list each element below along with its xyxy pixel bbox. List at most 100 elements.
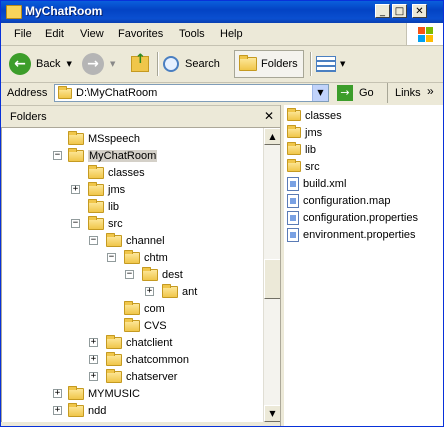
expand-icon[interactable]: +: [53, 406, 62, 415]
tree-item[interactable]: chatclient: [106, 334, 172, 351]
folder-icon: [68, 385, 84, 400]
folders-button[interactable]: Folders: [234, 50, 304, 78]
folders-label: Folders: [261, 58, 298, 70]
views-button[interactable]: ▼: [316, 50, 345, 78]
views-icon: [316, 56, 336, 72]
up-folder-button[interactable]: ↑: [131, 50, 149, 78]
chevron-down-icon: ▼: [110, 60, 116, 68]
collapse-icon[interactable]: −: [89, 236, 98, 245]
links-button[interactable]: Links: [395, 87, 421, 99]
menu-help[interactable]: Help: [220, 28, 243, 40]
tree-item[interactable]: src: [88, 215, 123, 232]
tree-item[interactable]: chtm: [124, 249, 168, 266]
back-button[interactable]: ← Back ▼: [9, 50, 72, 78]
folders-pane-header: Folders ✕: [1, 107, 280, 128]
menu-favorites[interactable]: Favorites: [118, 28, 163, 40]
folder-icon: [88, 181, 104, 196]
tree-item-label: chatserver: [126, 370, 178, 383]
tree-item[interactable]: dest: [142, 266, 183, 283]
collapse-icon[interactable]: −: [125, 270, 134, 279]
expand-icon[interactable]: +: [89, 338, 98, 347]
folder-icon: [287, 108, 301, 121]
file-list-item[interactable]: lib: [287, 141, 316, 158]
tree-item-label: channel: [126, 234, 165, 247]
tree-item-label: ndd: [88, 404, 107, 417]
collapse-icon[interactable]: −: [71, 219, 80, 228]
expand-icon[interactable]: +: [53, 389, 62, 398]
toolbar-separator: [310, 52, 312, 76]
scroll-down-icon[interactable]: ▼: [264, 405, 281, 422]
tree-item[interactable]: jms: [88, 181, 125, 198]
address-dropdown-icon[interactable]: ▼: [312, 85, 328, 101]
expand-icon[interactable]: +: [71, 185, 80, 194]
minimize-button[interactable]: _: [375, 4, 390, 18]
file-list-item[interactable]: environment.properties: [287, 226, 416, 243]
tree-item[interactable]: channel: [106, 232, 165, 249]
search-icon: [163, 56, 179, 72]
folder-icon: [162, 283, 178, 298]
windows-logo-icon: [406, 23, 443, 45]
menu-tools[interactable]: Tools: [179, 28, 205, 40]
tree-item[interactable]: CVS: [124, 317, 167, 334]
maximize-button[interactable]: □: [392, 4, 407, 18]
file-list-item[interactable]: classes: [287, 107, 342, 124]
close-icon[interactable]: ✕: [264, 109, 274, 123]
folder-icon: [106, 368, 122, 383]
chevron-down-icon: ▼: [66, 60, 72, 68]
tree-item[interactable]: MYMUSIC: [68, 385, 140, 402]
scroll-up-icon[interactable]: ▲: [264, 128, 281, 145]
tree-item[interactable]: chatcommon: [106, 351, 189, 368]
tree-scrollbar[interactable]: ▲ ▼: [263, 128, 281, 422]
file-list: classes jms lib src build.xml configuration.m…: [284, 105, 443, 426]
tree-item-label: MyChatRoom: [88, 149, 158, 162]
search-button[interactable]: Search: [163, 50, 220, 78]
file-icon: [287, 193, 299, 208]
address-bar: Address D:\MyChatRoom ▼ → Go Links »: [1, 83, 443, 106]
expand-icon[interactable]: +: [89, 355, 98, 364]
tree-item[interactable]: ant: [162, 283, 197, 300]
up-folder-icon: ↑: [131, 52, 149, 72]
links-chevron-icon[interactable]: »: [427, 84, 434, 98]
tree-item[interactable]: chatserver: [106, 368, 177, 385]
menu-edit[interactable]: Edit: [45, 28, 64, 40]
address-input[interactable]: D:\MyChatRoom ▼: [54, 84, 329, 102]
tree-item-label: com: [144, 302, 165, 315]
tree-item-label: chtm: [144, 251, 168, 264]
title-bar[interactable]: MyChatRoom _ □ ✕: [1, 1, 443, 23]
tree-item[interactable]: MSspeech: [68, 130, 140, 147]
tree-item[interactable]: MyChatRoom: [68, 147, 158, 164]
go-button[interactable]: → Go: [337, 85, 374, 101]
close-button[interactable]: ✕: [412, 4, 427, 18]
folder-icon: [88, 215, 104, 230]
file-list-item[interactable]: configuration.map: [287, 192, 390, 209]
forward-button[interactable]: → ▼: [82, 50, 115, 78]
menu-view[interactable]: View: [80, 28, 104, 40]
chevron-down-icon: ▼: [340, 60, 346, 68]
tree-item-label: ant: [182, 285, 198, 298]
scroll-thumb[interactable]: [264, 259, 281, 299]
folder-icon: [287, 159, 301, 172]
tree-item[interactable]: classes: [88, 164, 145, 181]
tree-item-label: MSspeech: [88, 132, 140, 145]
folders-pane-title: Folders: [10, 111, 47, 123]
collapse-icon[interactable]: −: [107, 253, 116, 262]
collapse-icon[interactable]: −: [53, 151, 62, 160]
folder-icon: [124, 249, 140, 264]
file-list-item[interactable]: configuration.properties: [287, 209, 418, 226]
tree-item-label: dest: [162, 268, 183, 281]
menu-file[interactable]: File: [14, 28, 32, 40]
tree-item[interactable]: lib: [88, 198, 119, 215]
folder-icon: [68, 147, 84, 162]
folder-icon: [6, 5, 22, 19]
window-title: MyChatRoom: [25, 4, 103, 18]
tree-item[interactable]: com: [124, 300, 165, 317]
file-name: configuration.properties: [303, 211, 418, 224]
folder-icon: [124, 317, 140, 332]
folder-icon: [58, 86, 72, 99]
file-list-item[interactable]: src: [287, 158, 320, 175]
file-list-item[interactable]: jms: [287, 124, 322, 141]
file-list-item[interactable]: build.xml: [287, 175, 346, 192]
expand-icon[interactable]: +: [89, 372, 98, 381]
tree-item[interactable]: ndd: [68, 402, 106, 419]
expand-icon[interactable]: +: [145, 287, 154, 296]
